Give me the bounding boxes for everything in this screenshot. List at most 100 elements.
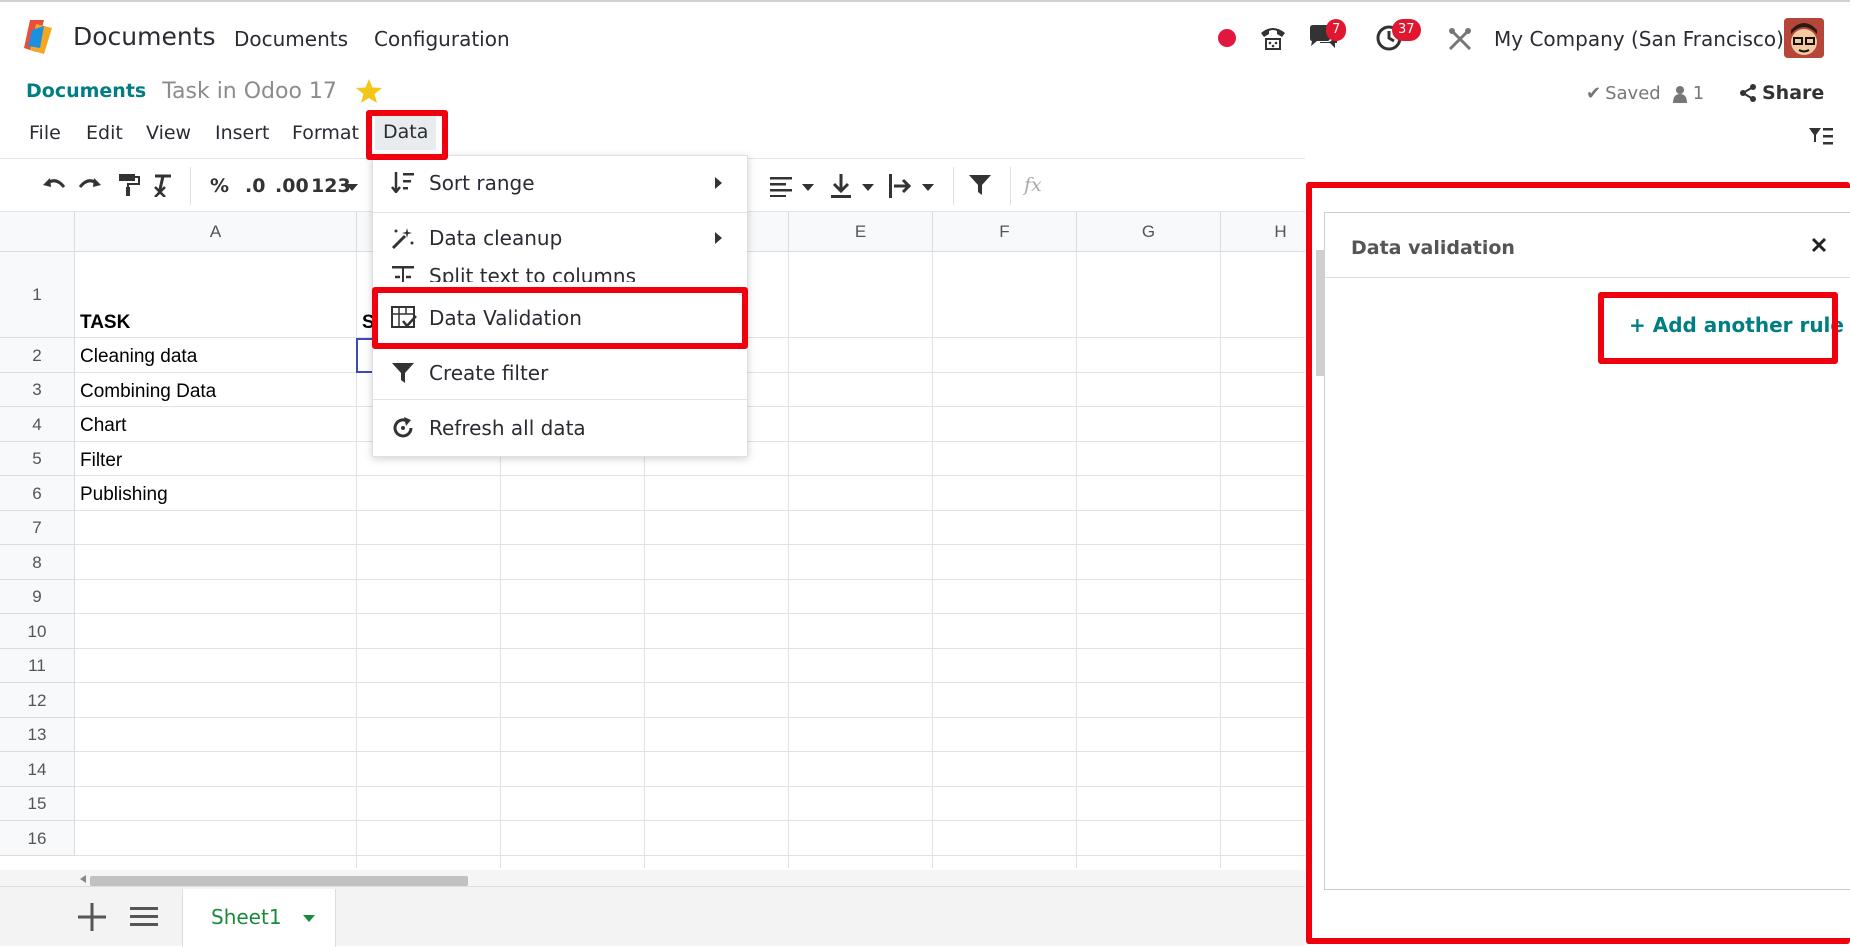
- clear-format-icon[interactable]: [152, 173, 174, 197]
- saved-label: Saved: [1605, 83, 1661, 104]
- row-header[interactable]: 14: [0, 752, 75, 787]
- saved-status: ✔ Saved 1: [1586, 83, 1704, 104]
- align-left-icon[interactable]: [770, 175, 794, 197]
- chevron-down-icon[interactable]: [346, 184, 358, 191]
- paint-format-icon[interactable]: [118, 173, 140, 197]
- chevron-down-icon[interactable]: [922, 184, 934, 191]
- messages-badge: 7: [1326, 19, 1347, 41]
- menu-item-sort-range[interactable]: Sort range: [373, 159, 749, 205]
- horizontal-scrollbar[interactable]: [0, 870, 1305, 886]
- menu-item-label: Split text to columns: [429, 264, 637, 282]
- menu-view[interactable]: View: [146, 122, 191, 144]
- chevron-down-icon[interactable]: [862, 184, 874, 191]
- column-gridline: [932, 252, 933, 868]
- column-gridline: [788, 252, 789, 868]
- redo-icon[interactable]: [78, 175, 102, 195]
- company-switcher[interactable]: My Company (San Francisco): [1494, 27, 1784, 51]
- top-navbar: Documents Documents Configuration 7 37 M…: [0, 0, 1850, 72]
- row-header[interactable]: 5: [0, 442, 75, 476]
- tools-icon[interactable]: [1447, 26, 1473, 52]
- share-button[interactable]: Share: [1740, 82, 1824, 104]
- chevron-down-icon[interactable]: [802, 184, 814, 191]
- undo-icon[interactable]: [42, 175, 66, 195]
- magic-wand-icon: [391, 226, 415, 250]
- decrease-decimal-button[interactable]: .0: [245, 175, 265, 197]
- menu-insert[interactable]: Insert: [215, 122, 270, 144]
- cell-a6[interactable]: Publishing: [80, 484, 168, 506]
- row-header[interactable]: 11: [0, 649, 75, 683]
- cell-a5[interactable]: Filter: [80, 450, 122, 472]
- row-header[interactable]: 15: [0, 787, 75, 821]
- row-gridline: [75, 475, 1305, 476]
- column-gridline: [1220, 252, 1221, 868]
- row-header[interactable]: 8: [0, 545, 75, 580]
- row-gridline: [75, 613, 1305, 614]
- format-percent-button[interactable]: %: [210, 175, 229, 197]
- row-gridline: [75, 544, 1305, 545]
- row-header[interactable]: 7: [0, 511, 75, 545]
- document-name[interactable]: Task in Odoo 17: [162, 79, 337, 104]
- add-sheet-icon[interactable]: [78, 903, 106, 931]
- recording-dot-icon[interactable]: [1218, 29, 1236, 47]
- menu-item-label: Refresh all data: [429, 416, 586, 440]
- column-header-g[interactable]: G: [1077, 212, 1221, 252]
- menu-item-split-text[interactable]: Split text to columns: [373, 252, 749, 282]
- row-header[interactable]: 10: [0, 614, 75, 649]
- column-header-f[interactable]: F: [933, 212, 1077, 252]
- column-header-a[interactable]: A: [75, 212, 357, 252]
- check-icon: ✔: [1586, 83, 1602, 104]
- cell-a3[interactable]: Combining Data: [80, 381, 216, 403]
- number-format-button[interactable]: 123: [311, 175, 351, 197]
- menu-configuration[interactable]: Configuration: [374, 27, 510, 51]
- row-header[interactable]: 1: [0, 252, 75, 338]
- row-gridline: [75, 579, 1305, 580]
- row-gridline: [75, 682, 1305, 683]
- favorite-star-icon[interactable]: [355, 78, 383, 104]
- row-gridline: [75, 855, 1305, 856]
- row-header[interactable]: 2: [0, 338, 75, 373]
- sheet-list-icon[interactable]: [130, 906, 158, 928]
- activities-badge: 37: [1392, 19, 1421, 41]
- text-wrap-icon[interactable]: [888, 173, 912, 199]
- scroll-left-arrow-icon[interactable]: [80, 875, 86, 883]
- column-header-h[interactable]: H: [1221, 212, 1305, 252]
- menu-item-label: Sort range: [429, 171, 535, 195]
- row-header[interactable]: 4: [0, 407, 75, 442]
- cell-a4[interactable]: Chart: [80, 415, 126, 437]
- vertical-align-bottom-icon[interactable]: [830, 173, 852, 199]
- cell-a1[interactable]: TASK: [80, 312, 130, 334]
- sheet-tab[interactable]: Sheet1: [182, 889, 336, 947]
- scrollbar-thumb[interactable]: [90, 876, 468, 886]
- menu-edit[interactable]: Edit: [86, 122, 123, 144]
- phone-icon[interactable]: [1258, 23, 1288, 53]
- row-header[interactable]: 12: [0, 683, 75, 718]
- filter-panel-toggle-icon[interactable]: [1808, 126, 1834, 148]
- odoo-logo-icon[interactable]: [22, 18, 58, 56]
- row-header[interactable]: 3: [0, 373, 75, 407]
- chevron-right-icon: [715, 232, 722, 244]
- filter-icon[interactable]: [968, 173, 992, 197]
- column-header-e[interactable]: E: [789, 212, 933, 252]
- menu-divider: [373, 399, 749, 400]
- cell-a2[interactable]: Cleaning data: [80, 346, 197, 368]
- app-name[interactable]: Documents: [73, 22, 216, 51]
- breadcrumb: Documents Task in Odoo 17: [26, 76, 383, 106]
- menu-item-create-filter[interactable]: Create filter: [373, 349, 749, 395]
- menu-documents[interactable]: Documents: [234, 27, 348, 51]
- menu-item-refresh-all-data[interactable]: Refresh all data: [373, 404, 749, 450]
- increase-decimal-button[interactable]: .00: [275, 175, 309, 197]
- column-gridline: [1076, 252, 1077, 868]
- filter-icon: [391, 361, 415, 385]
- menu-file[interactable]: File: [29, 122, 61, 144]
- user-avatar[interactable]: [1784, 18, 1824, 58]
- row-header[interactable]: 9: [0, 580, 75, 614]
- row-header[interactable]: 16: [0, 821, 75, 856]
- row-header[interactable]: 13: [0, 718, 75, 752]
- chevron-down-icon[interactable]: [303, 915, 315, 922]
- menu-format[interactable]: Format: [292, 122, 359, 144]
- breadcrumb-documents-link[interactable]: Documents: [26, 80, 146, 102]
- menu-divider: [373, 212, 749, 213]
- row-header[interactable]: 6: [0, 476, 75, 511]
- grid-corner[interactable]: [0, 212, 75, 252]
- row-gridline: [75, 648, 1305, 649]
